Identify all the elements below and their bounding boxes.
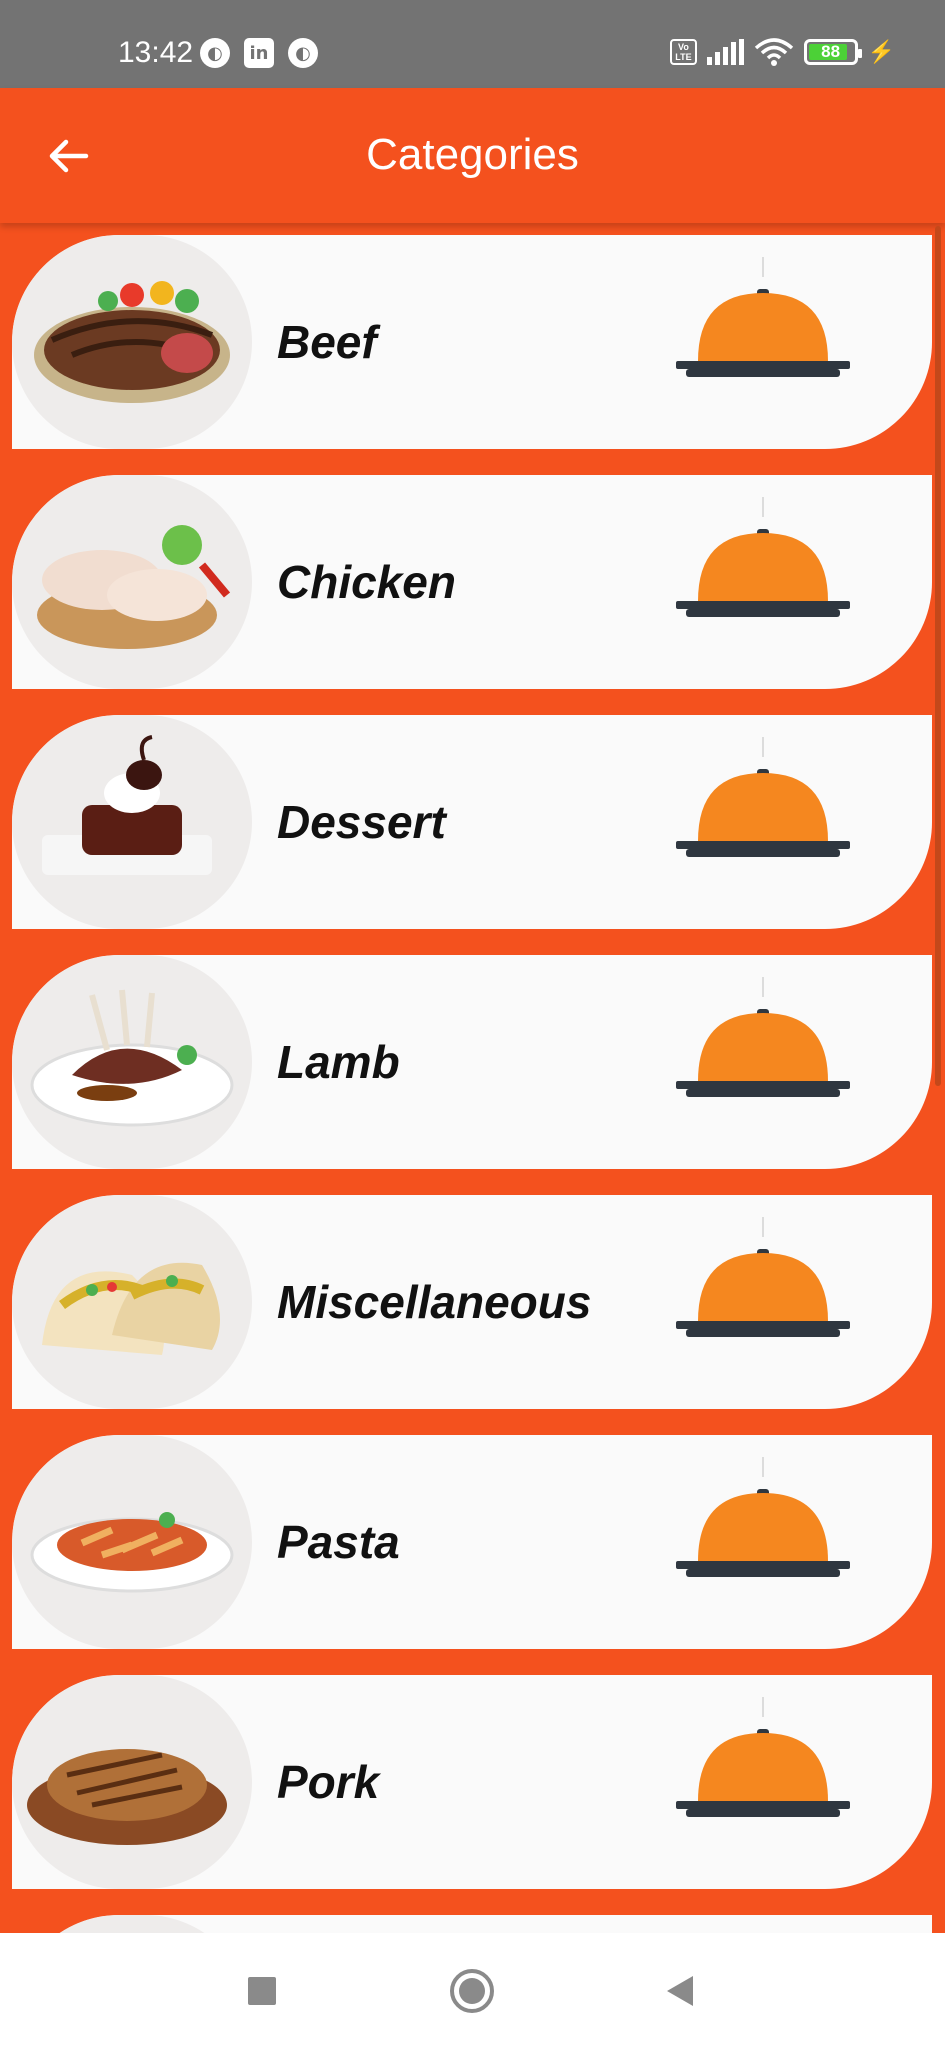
status-time: 13:42 <box>118 36 194 69</box>
category-image <box>12 235 252 449</box>
category-card-chicken[interactable]: Chicken <box>12 475 932 689</box>
category-card-pasta[interactable]: Pasta <box>12 1435 932 1649</box>
category-card-lamb[interactable]: Lamb <box>12 955 932 1169</box>
cloche-icon <box>662 495 852 645</box>
wifi-icon <box>754 38 794 66</box>
linkedin-icon: in <box>244 38 274 68</box>
app-bar: Categories <box>0 88 945 223</box>
system-nav-bar <box>0 1933 945 2048</box>
category-label: Pork <box>277 1756 380 1808</box>
recents-button[interactable] <box>234 1963 290 2019</box>
category-card-partial[interactable] <box>12 1915 932 1933</box>
category-image <box>12 1915 252 1933</box>
cloche-icon <box>662 735 852 885</box>
scrollbar[interactable] <box>935 226 941 1086</box>
status-bar: 13:42 ◐ in ◐ Vo LTE 88 ⚡ <box>0 0 945 88</box>
battery-icon: 88 <box>803 39 862 65</box>
category-label: Dessert <box>277 796 446 848</box>
home-button[interactable] <box>444 1963 500 2019</box>
category-card-dessert[interactable]: Dessert <box>12 715 932 929</box>
nav-back-button[interactable] <box>652 1963 708 2019</box>
battery-level: 88 <box>821 42 841 61</box>
app-icon: ◐ <box>288 38 318 68</box>
cloche-icon <box>662 975 852 1125</box>
category-image <box>12 1675 252 1889</box>
category-label: Beef <box>277 316 377 368</box>
category-label: Lamb <box>277 1036 400 1088</box>
charging-icon: ⚡ <box>867 39 895 64</box>
category-image <box>12 1195 252 1409</box>
home-circle-icon <box>450 1969 494 2013</box>
category-card-miscellaneous[interactable]: Miscellaneous <box>12 1195 932 1409</box>
category-card-beef[interactable]: Beef <box>12 235 932 449</box>
category-label: Chicken <box>277 556 456 608</box>
cloche-icon <box>662 1455 852 1605</box>
category-image <box>12 955 252 1169</box>
category-image <box>12 475 252 689</box>
cloche-icon <box>662 1695 852 1845</box>
cloche-icon <box>662 255 852 405</box>
volte-icon: Vo LTE <box>670 39 697 65</box>
back-triangle-icon <box>667 1976 693 2006</box>
system-icons: Vo LTE 88 ⚡ <box>670 38 895 66</box>
category-image <box>12 715 252 929</box>
signal-icon <box>706 39 744 65</box>
recents-square-icon <box>248 1977 276 2005</box>
category-label: Pasta <box>277 1516 400 1568</box>
notification-icons: ◐ in ◐ <box>200 38 318 68</box>
category-list: Beef Chicken Dessert Lamb Miscellaneous Pasta… <box>0 223 945 1933</box>
category-card-pork[interactable]: Pork <box>12 1675 932 1889</box>
category-image <box>12 1435 252 1649</box>
category-label: Miscellaneous <box>277 1276 592 1328</box>
app-icon: ◐ <box>200 38 230 68</box>
cloche-icon <box>662 1215 852 1365</box>
page-title: Categories <box>366 130 579 179</box>
